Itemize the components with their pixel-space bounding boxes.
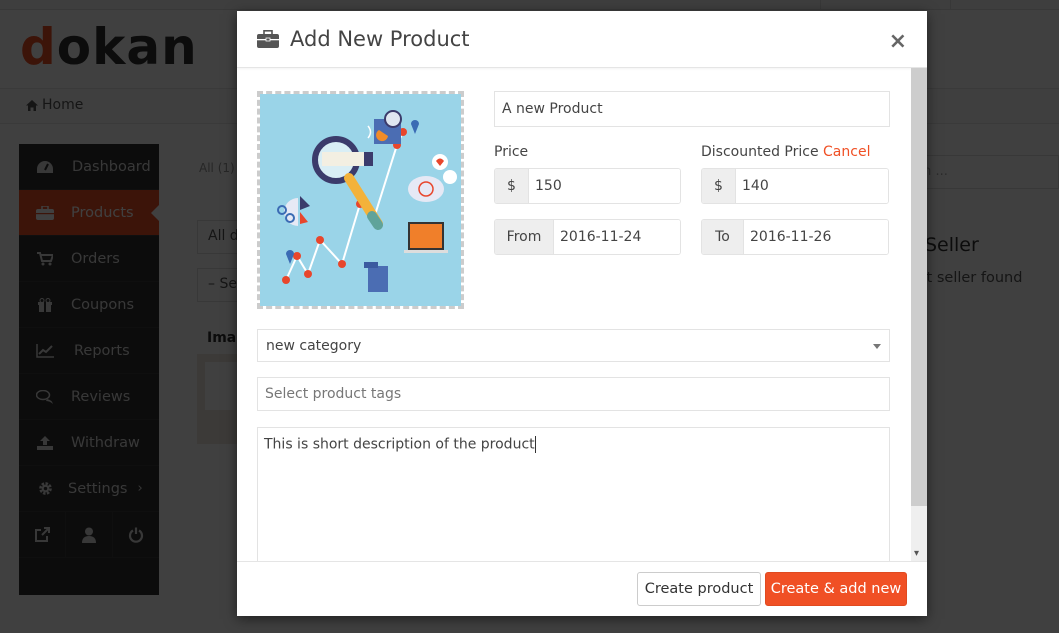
sale-to-date-input[interactable]: 2016-11-26 [744,220,888,254]
modal-header: Add New Product [237,11,927,68]
price-currency-addon: $ [495,169,529,203]
category-select[interactable]: new category [257,329,890,362]
price-input-group: $ 150 [494,168,681,204]
modal-footer: Create product Create & add new [237,561,927,616]
short-description-textarea[interactable]: This is short description of the product [257,427,890,561]
add-product-modal: Add New Product × A new Product Price $ … [237,11,927,616]
dropdown-caret-icon [873,344,881,349]
modal-scrollbar[interactable]: ▾ [911,68,927,561]
product-image [260,94,461,306]
create-product-button[interactable]: Create product [637,572,761,606]
discounted-price-input[interactable]: 140 [736,169,888,203]
product-image-upload[interactable] [257,91,464,309]
product-name-input[interactable]: A new Product [494,91,890,127]
discount-currency-addon: $ [702,169,736,203]
from-addon: From [495,220,554,254]
discount-input-group: $ 140 [701,168,889,204]
schedule-to-group: To 2016-11-26 [701,219,889,255]
scroll-down-arrow-icon[interactable]: ▾ [914,548,919,559]
sale-from-date-input[interactable]: 2016-11-24 [554,220,680,254]
modal-body: A new Product Price $ 150 Discounted Pri… [237,68,911,561]
price-input[interactable]: 150 [529,169,680,203]
text-cursor [534,436,536,453]
briefcase-icon [257,30,279,48]
price-label: Price [494,144,529,160]
discounted-price-label: Discounted Price Cancel [701,144,871,160]
modal-title: Add New Product [290,27,470,51]
scrollbar-thumb[interactable] [911,68,927,506]
schedule-from-group: From 2016-11-24 [494,219,681,255]
product-tags-input[interactable]: Select product tags [257,377,890,411]
cancel-discount-link[interactable]: Cancel [823,144,870,160]
to-addon: To [702,220,744,254]
create-and-add-new-button[interactable]: Create & add new [765,572,907,606]
close-button[interactable]: × [889,31,907,53]
